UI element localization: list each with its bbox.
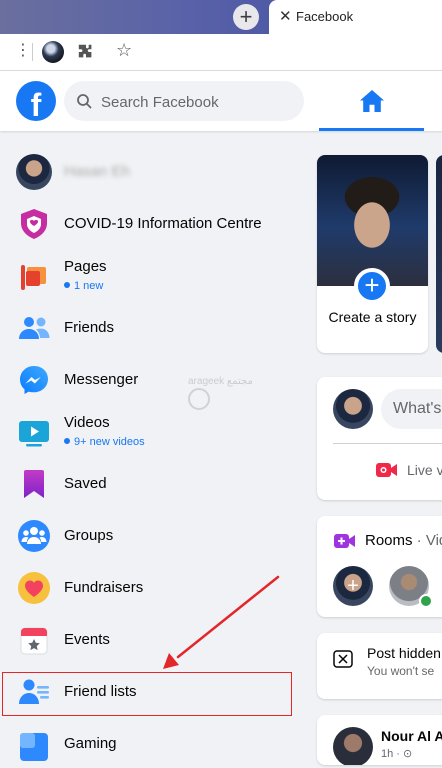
home-icon	[359, 89, 385, 118]
sidebar-item-label: Groups	[64, 527, 114, 544]
new-count-badge: 1 new	[64, 280, 103, 292]
sidebar-item-groups[interactable]: Groups	[8, 512, 296, 560]
gaming-icon	[16, 726, 52, 762]
create-room-button[interactable]: +	[333, 566, 373, 606]
sidebar-item-label: Saved	[64, 475, 107, 492]
sidebar-item-profile[interactable]: Hasan Eh	[8, 148, 296, 196]
browser-toolbar: ⋮ ☆	[0, 34, 442, 71]
sidebar-item-label: COVID-19 Information Centre	[64, 215, 262, 232]
annotation-highlight-box	[2, 672, 292, 716]
messenger-icon	[16, 362, 52, 398]
post-composer: What's Live vi	[317, 377, 442, 500]
sidebar-item-label: Pages	[64, 258, 107, 275]
facebook-logo[interactable]: f	[16, 81, 56, 121]
more-options-icon[interactable]: ⋮	[15, 42, 31, 60]
fundraisers-heart-icon	[16, 570, 52, 606]
groups-icon	[16, 518, 52, 554]
sidebar-item-label: Videos	[64, 414, 110, 431]
bookmark-star-icon[interactable]: ☆	[116, 40, 132, 61]
sidebar-item-pages[interactable]: Pages 1 new	[8, 252, 296, 300]
watermark-logo	[188, 388, 210, 410]
new-videos-badge: 9+ new videos	[64, 436, 145, 448]
avatar	[16, 154, 52, 190]
hidden-post-title: Post hidden	[367, 645, 441, 661]
avatar	[333, 389, 373, 429]
create-story-label: Create a story	[328, 309, 417, 325]
sidebar-item-fundraisers[interactable]: Fundraisers	[8, 564, 296, 612]
sidebar-item-label: Messenger	[64, 371, 139, 388]
rooms-video-icon	[333, 532, 357, 555]
story-profile-photo	[317, 155, 428, 286]
hidden-post-subtitle: You won't se	[367, 664, 435, 678]
extensions-puzzle-icon[interactable]	[77, 43, 93, 64]
search-input[interactable]	[99, 81, 298, 123]
sidebar-item-saved[interactable]: Saved	[8, 460, 296, 508]
sidebar-item-label: Friends	[64, 319, 115, 336]
videos-icon	[16, 414, 52, 450]
live-video-button[interactable]: Live vi	[407, 462, 442, 478]
hidden-post-card: Post hidden You won't se	[317, 633, 442, 699]
sidebar-item-covid[interactable]: COVID-19 Information Centre	[8, 200, 296, 248]
browser-tab-facebook[interactable]: ✕ Facebook	[269, 0, 442, 34]
sidebar-item-friends[interactable]: Friends	[8, 304, 296, 352]
rooms-title: Rooms · Vid	[365, 532, 442, 549]
browser-profile-avatar[interactable]	[42, 41, 64, 63]
live-video-icon	[375, 461, 399, 484]
pages-flag-icon	[16, 258, 52, 294]
composer-divider	[333, 443, 442, 444]
hide-post-icon	[333, 650, 353, 673]
toolbar-divider	[32, 43, 33, 61]
rooms-card: Rooms · Vid +	[317, 516, 442, 617]
new-tab-button[interactable]: +	[233, 4, 259, 30]
add-story-icon[interactable]: +	[354, 268, 390, 304]
close-tab-icon[interactable]: ✕	[279, 8, 292, 26]
browser-tab-strip: + ✕ Facebook	[0, 0, 442, 34]
feed-post: Nour Al A 1h · ⊙	[317, 715, 442, 765]
post-author[interactable]: Nour Al A	[381, 728, 442, 744]
facebook-header: f	[0, 71, 442, 131]
tab-home[interactable]	[319, 71, 424, 131]
saved-bookmark-icon	[16, 466, 52, 502]
composer-input[interactable]: What's	[381, 389, 442, 429]
search-icon	[76, 93, 92, 114]
post-timestamp[interactable]: 1h · ⊙	[381, 747, 412, 760]
next-story-card[interactable]	[436, 155, 442, 353]
left-sidebar: Hasan Eh COVID-19 Information Centre Pag…	[0, 131, 306, 761]
sidebar-item-events[interactable]: Events	[8, 616, 296, 664]
create-story-card[interactable]: + Create a story	[317, 155, 428, 353]
covid-shield-icon	[16, 206, 52, 242]
watermark-text: arageek مجتمع	[188, 376, 253, 387]
sidebar-item-videos[interactable]: Videos 9+ new videos	[8, 408, 296, 456]
tab-title: Facebook	[296, 9, 354, 24]
avatar[interactable]	[333, 727, 373, 765]
sidebar-item-label: Fundraisers	[64, 579, 144, 596]
profile-name: Hasan Eh	[64, 163, 130, 180]
online-status-dot	[419, 594, 433, 608]
sidebar-item-label: Gaming	[64, 735, 117, 752]
sidebar-item-gaming[interactable]: Gaming	[8, 720, 296, 768]
active-tab-indicator	[319, 128, 424, 131]
friends-icon	[16, 310, 52, 346]
sidebar-item-label: Events	[64, 631, 110, 648]
events-calendar-icon	[16, 622, 52, 658]
search-box[interactable]	[64, 81, 304, 123]
